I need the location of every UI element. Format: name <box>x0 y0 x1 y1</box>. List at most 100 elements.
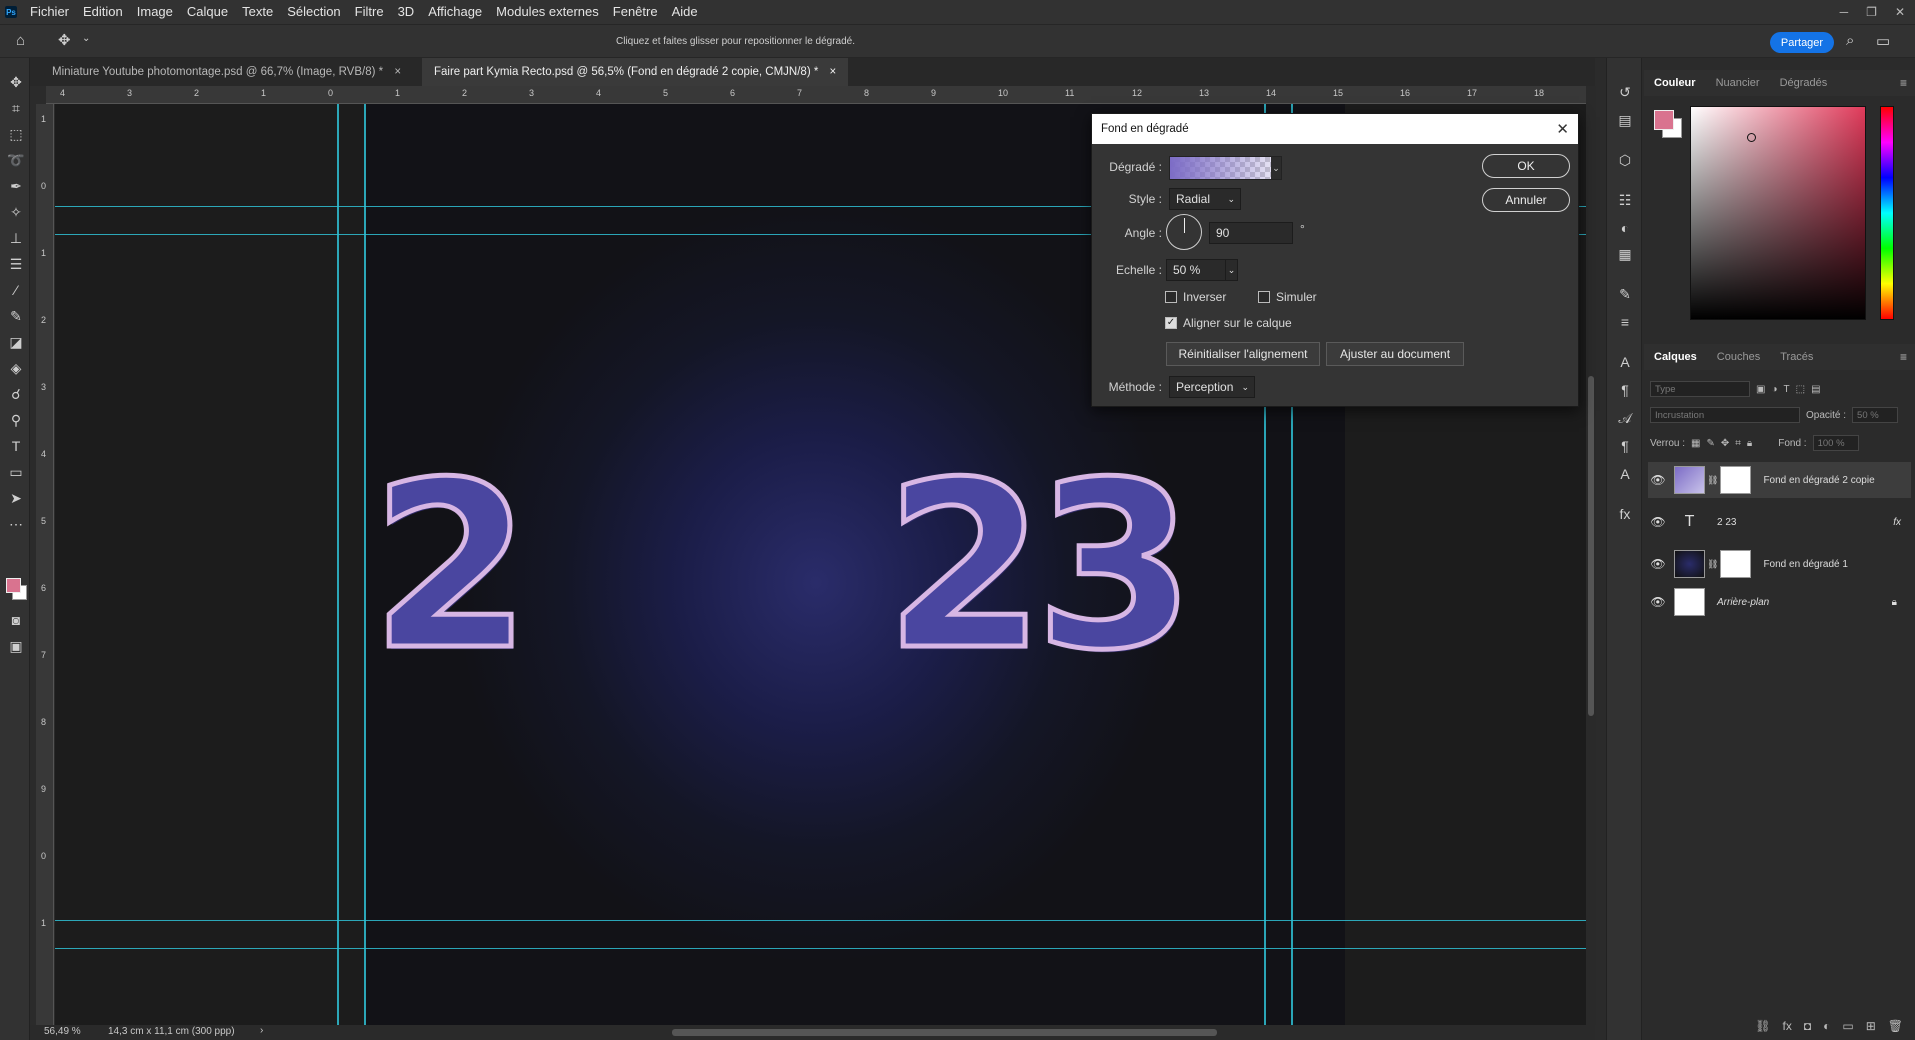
marquee-tool-icon[interactable]: ⬚ <box>6 124 26 144</box>
menu-fichier[interactable]: Fichier <box>23 0 76 24</box>
link-layers-icon[interactable]: ⛓︎ <box>1755 1019 1770 1033</box>
stamp-tool-icon[interactable]: ⊥ <box>6 228 26 248</box>
eye-icon[interactable]: 👁︎ <box>1648 595 1668 609</box>
pen-tool-icon[interactable]: ✒ <box>6 176 26 196</box>
layer-row[interactable]: 👁︎ T 2 23 fx <box>1648 504 1911 540</box>
layer-search-input[interactable]: Type <box>1650 381 1750 397</box>
chain-link-icon[interactable]: ⛓︎ <box>1707 475 1718 486</box>
layer-mask-thumbnail[interactable] <box>1720 466 1752 494</box>
chevron-down-icon[interactable]: ⌄ <box>1225 260 1237 280</box>
color-fg-swatch[interactable] <box>1654 110 1674 130</box>
lock-all-icon[interactable]: 🔒︎ <box>1747 438 1752 449</box>
layer-row[interactable]: 👁︎ Arrière-plan 🔒︎ <box>1648 584 1911 620</box>
filter-type-icon[interactable]: T <box>1784 384 1790 395</box>
brush-settings-icon[interactable]: ✎ <box>1615 284 1635 304</box>
fill-input[interactable]: 100 % <box>1812 435 1859 451</box>
add-mask-icon[interactable]: ◘ <box>1804 1019 1811 1033</box>
histogram-icon[interactable]: ▦ <box>1615 244 1635 264</box>
type-tool-icon[interactable]: T <box>6 436 26 456</box>
guide-horizontal[interactable] <box>55 948 1586 949</box>
blend-mode-select[interactable]: Incrustation <box>1650 407 1800 423</box>
menu-image[interactable]: Image <box>130 0 180 24</box>
menu-selection[interactable]: Sélection <box>280 0 347 24</box>
fit-to-document-button[interactable]: Ajuster au document <box>1326 342 1464 366</box>
eye-icon[interactable]: 👁︎ <box>1648 515 1668 529</box>
gradient-preview[interactable] <box>1170 157 1272 179</box>
panel-menu-icon[interactable]: ≡ <box>1900 350 1907 364</box>
scroll-thumb[interactable] <box>1588 376 1594 716</box>
eraser-tool-icon[interactable]: ◪ <box>6 332 26 352</box>
lock-artboard-icon[interactable]: ⌗ <box>1735 438 1741 449</box>
history-brush-icon[interactable]: ☰ <box>6 254 26 274</box>
3d-icon[interactable]: ⬡ <box>1615 150 1635 170</box>
dodge-tool-icon[interactable]: ⚲ <box>6 410 26 430</box>
fx-icon[interactable]: fx <box>1615 504 1635 524</box>
align-checkbox-checked[interactable]: ✓ <box>1165 317 1177 329</box>
menu-texte[interactable]: Texte <box>235 0 280 24</box>
tab-faire-part-kymia[interactable]: Faire part Kymia Recto.psd @ 56,5% (Fond… <box>422 58 849 86</box>
panel-menu-icon[interactable]: ≡ <box>1900 76 1907 90</box>
screen-mode-icon[interactable]: ▣ <box>6 636 26 656</box>
layer-row[interactable]: 👁︎ ⛓︎ Fond en dégradé 1 <box>1648 546 1911 582</box>
paragraph-icon[interactable]: ¶ <box>1615 380 1635 400</box>
lock-pixels-icon[interactable]: ▦ <box>1691 438 1700 449</box>
menu-fenetre[interactable]: Fenêtre <box>606 0 665 24</box>
close-tab-icon[interactable]: × <box>394 66 401 78</box>
sliders-icon[interactable]: ≡ <box>1615 312 1635 332</box>
scale-combobox[interactable]: 50 % ⌄ <box>1166 259 1238 281</box>
close-tab-icon[interactable]: × <box>830 66 837 78</box>
align-checkbox-row[interactable]: ✓ Aligner sur le calque <box>1165 316 1292 330</box>
chevron-down-icon[interactable]: ⌄ <box>1271 157 1281 179</box>
move-tool-icon[interactable]: ✥ <box>58 31 71 49</box>
filter-adjust-icon[interactable]: ◑ <box>1771 384 1777 395</box>
invert-checkbox[interactable] <box>1165 291 1177 303</box>
tab-calques[interactable]: Calques <box>1644 351 1707 363</box>
layer-mask-thumbnail[interactable] <box>1720 550 1752 578</box>
angle-dial[interactable] <box>1166 214 1202 250</box>
filter-pixel-icon[interactable]: ▣ <box>1756 384 1765 395</box>
menu-filtre[interactable]: Filtre <box>348 0 391 24</box>
filter-smart-icon[interactable]: ▤ <box>1811 384 1820 395</box>
smudge-tool-icon[interactable]: ☌ <box>6 384 26 404</box>
lock-icon[interactable]: 🔒︎ <box>1892 597 1897 608</box>
chain-link-icon[interactable]: ⛓︎ <box>1707 559 1718 570</box>
adjustment-layer-icon[interactable]: ◐ <box>1823 1019 1830 1033</box>
search-icon[interactable]: ⌕ <box>1846 32 1854 49</box>
crop-tool-icon[interactable]: ⌗ <box>6 98 26 118</box>
gradient-picker[interactable]: ⌄ <box>1169 156 1282 180</box>
glyphs-icon[interactable]: 𝒜 <box>1615 408 1635 428</box>
guide-vertical[interactable] <box>337 104 339 1025</box>
foreground-color-swatch[interactable] <box>6 578 21 593</box>
vertical-scrollbar[interactable] <box>1586 86 1596 1025</box>
eye-icon[interactable]: 👁︎ <box>1648 473 1668 487</box>
guide-vertical[interactable] <box>364 104 366 1025</box>
menu-calque[interactable]: Calque <box>180 0 235 24</box>
menu-modules-externes[interactable]: Modules externes <box>489 0 606 24</box>
reset-alignment-button[interactable]: Réinitialiser l'alignement <box>1166 342 1320 366</box>
color-picker-field[interactable] <box>1690 106 1866 320</box>
ok-button[interactable]: OK <box>1482 154 1570 178</box>
character-icon[interactable]: A <box>1615 352 1635 372</box>
history-icon[interactable]: ↺ <box>1615 82 1635 102</box>
new-layer-icon[interactable]: ⊞ <box>1866 1019 1876 1033</box>
angle-input[interactable]: 90 <box>1209 222 1293 244</box>
style-select[interactable]: Radial ⌄ <box>1169 188 1241 210</box>
eyedropper-icon[interactable]: ⁄ <box>6 280 26 300</box>
layer-row[interactable]: 👁︎ ⛓︎ Fond en dégradé 2 copie <box>1648 462 1911 498</box>
method-select[interactable]: Perception ⌄ <box>1169 376 1255 398</box>
horizontal-scroll-thumb[interactable] <box>672 1029 1217 1036</box>
share-button[interactable]: Partager <box>1770 32 1834 53</box>
fx-icon[interactable]: fx <box>1783 1019 1792 1033</box>
menu-edition[interactable]: Edition <box>76 0 130 24</box>
magic-wand-icon[interactable]: ✧ <box>6 202 26 222</box>
lasso-tool-icon[interactable]: ➰ <box>6 150 26 170</box>
menu-affichage[interactable]: Affichage <box>421 0 489 24</box>
invert-checkbox-row[interactable]: Inverser <box>1165 290 1226 304</box>
adjustments-icon[interactable]: ☷ <box>1615 190 1635 210</box>
tab-traces[interactable]: Tracés <box>1770 351 1823 363</box>
close-window-icon[interactable]: ✕ <box>1895 5 1905 19</box>
dither-checkbox[interactable] <box>1258 291 1270 303</box>
guide-horizontal[interactable] <box>55 920 1586 921</box>
zoom-level[interactable]: 56,49 % <box>44 1026 81 1037</box>
path-selection-icon[interactable]: ➤ <box>6 488 26 508</box>
